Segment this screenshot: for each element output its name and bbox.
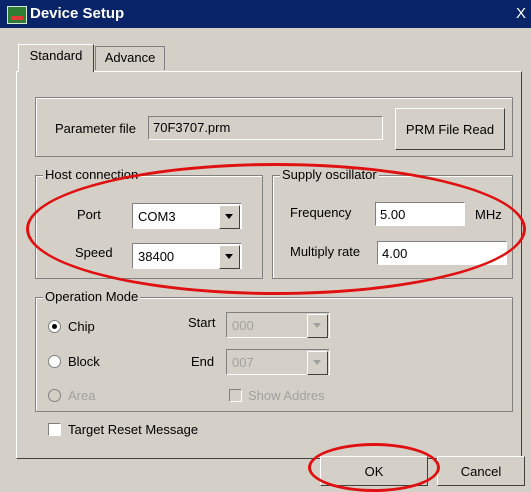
block-radio[interactable] [48,355,61,368]
start-dropdown-arrow-icon[interactable] [307,314,328,338]
chip-label: Chip [68,319,95,334]
host-connection-title: Host connection [43,167,141,182]
parameter-file-label: Parameter file [55,121,136,136]
port-select[interactable]: COM3 [132,203,242,229]
port-dropdown-arrow-icon[interactable] [219,205,240,229]
operation-mode-title: Operation Mode [43,289,141,304]
end-value: 007 [232,355,254,370]
start-select[interactable]: 000 [226,312,330,338]
supply-oscillator-title: Supply oscillator [280,167,379,182]
chip-radio[interactable] [48,320,61,333]
area-label: Area [68,388,96,403]
speed-dropdown-arrow-icon[interactable] [219,245,240,269]
speed-value: 38400 [138,249,175,264]
prm-file-read-button[interactable]: PRM File Read [395,108,505,150]
title-bar[interactable]: Device Setup X [0,0,531,28]
target-reset-checkbox[interactable] [48,423,61,436]
show-address-checkbox[interactable] [229,389,242,402]
ok-button[interactable]: OK [320,456,428,486]
start-label: Start [188,315,216,330]
parameter-file-value: 70F3707.prm [153,120,231,135]
window-title: Device Setup [30,5,125,22]
end-select[interactable]: 007 [226,349,330,375]
device-setup-window: Device Setup X Standard Advance Paramete… [0,0,531,492]
speed-label: Speed [75,245,113,260]
app-chip-icon [7,6,27,24]
block-label: Block [68,354,100,369]
ok-label: OK [364,463,384,479]
multiply-rate-input[interactable]: 4.00 [377,241,507,265]
area-radio[interactable] [48,389,61,402]
end-label: End [191,354,215,369]
speed-select[interactable]: 38400 [132,243,242,269]
cancel-button[interactable]: Cancel [437,456,525,486]
port-label: Port [77,207,101,222]
parameter-file-field: 70F3707.prm [148,116,383,140]
frequency-input[interactable]: 5.00 [375,202,465,226]
tab-standard[interactable]: Standard [18,44,94,72]
frequency-unit: MHz [475,207,502,222]
port-value: COM3 [138,209,176,224]
tab-standard-label: Standard [29,48,83,63]
tab-advance-label: Advance [104,50,156,65]
show-address-label: Show Addres [248,388,325,403]
multiply-rate-label: Multiply rate [290,244,361,259]
target-reset-label: Target Reset Message [68,422,199,437]
frequency-label: Frequency [290,205,352,220]
tab-advance[interactable]: Advance [95,46,165,70]
multiply-rate-value: 4.00 [382,246,408,261]
prm-file-read-label: PRM File Read [405,121,495,137]
frequency-value: 5.00 [380,207,406,222]
cancel-label: Cancel [460,463,502,479]
end-dropdown-arrow-icon[interactable] [307,351,328,375]
close-icon[interactable]: X [516,4,531,24]
start-value: 000 [232,318,254,333]
